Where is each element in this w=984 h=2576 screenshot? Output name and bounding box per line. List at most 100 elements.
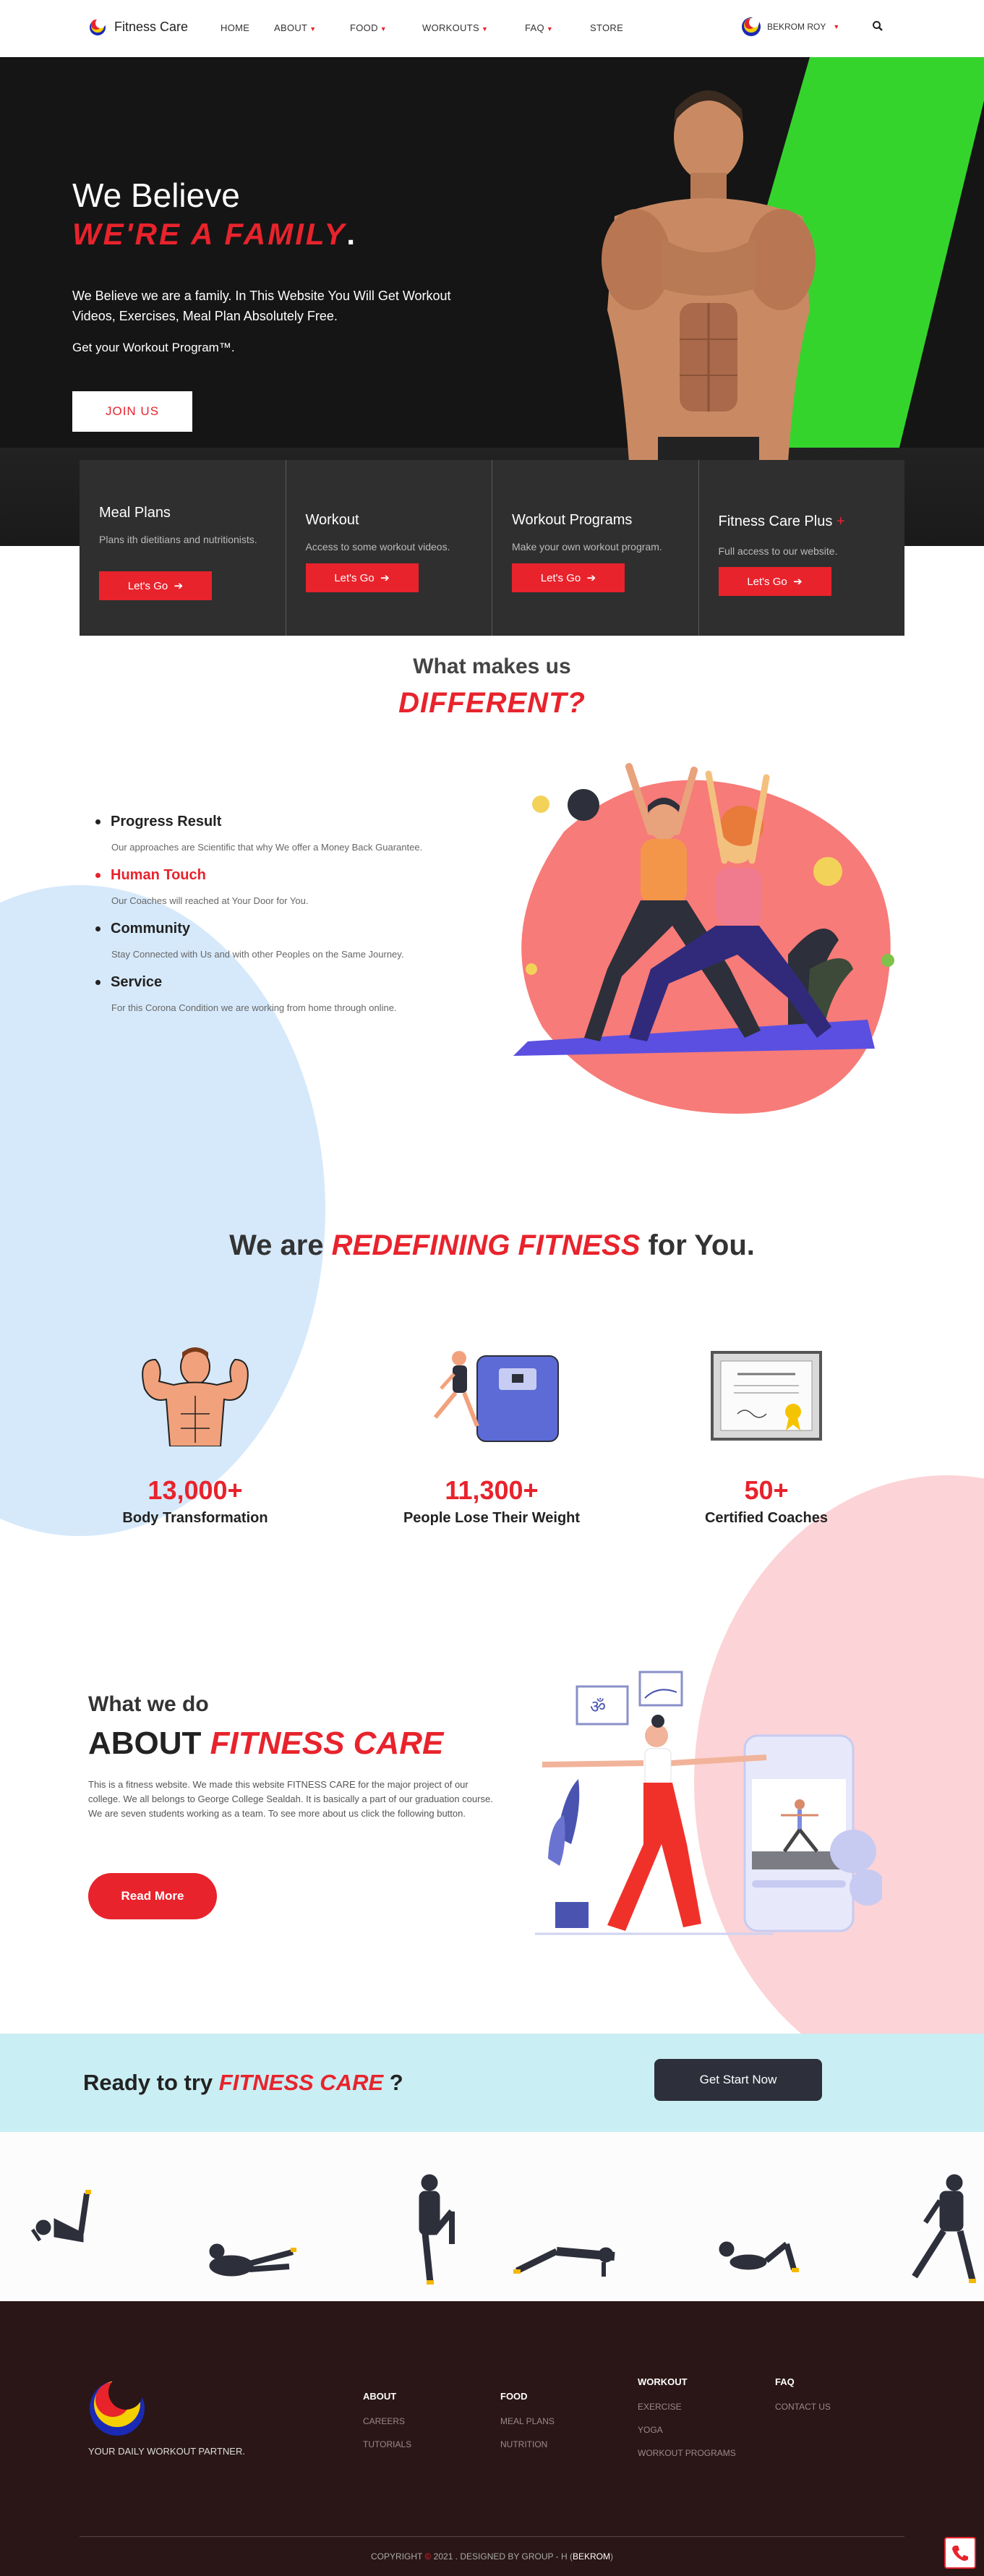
footer-col-about: ABOUT CAREERS TUTORIALS <box>363 2391 411 2462</box>
cta-post: ? <box>383 2070 403 2095</box>
different-title: DIFFERENT? <box>398 687 586 719</box>
card-title: Workout <box>305 512 359 528</box>
bullet-icon <box>95 819 100 824</box>
caret-down-icon: ▼ <box>546 25 554 33</box>
footer-link-careers[interactable]: CAREERS <box>363 2416 411 2426</box>
footer-col-workout: WORKOUT EXERCISE YOGA WORKOUT PROGRAMS <box>638 2376 736 2471</box>
footer-link-nutrition[interactable]: NUTRITION <box>500 2439 555 2449</box>
hero-subheading-dot: . <box>346 217 358 251</box>
card-workout: Workout Access to some workout videos. L… <box>286 460 492 636</box>
card-title: Meal Plans <box>99 505 171 521</box>
caret-down-icon: ▼ <box>380 25 387 33</box>
join-us-button[interactable]: JOIN US <box>72 391 192 432</box>
meal-plans-go-button[interactable]: Let's Go ➔ <box>99 571 212 600</box>
stat-number: 50+ <box>744 1475 789 1505</box>
footer-col-head[interactable]: FAQ <box>775 2376 831 2387</box>
user-menu[interactable]: BEKROM ROY ▼ <box>740 16 839 38</box>
card-title: Workout Programs <box>512 512 633 528</box>
stat-label: Body Transformation <box>122 1510 268 1526</box>
footer-divider <box>80 2536 904 2537</box>
footer-link-exercise[interactable]: EXERCISE <box>638 2402 736 2412</box>
footer-link-tutorials[interactable]: TUTORIALS <box>363 2439 411 2449</box>
phone-call-button[interactable] <box>944 2537 976 2569</box>
about-title: ABOUT FITNESS CARE <box>88 1726 443 1762</box>
feature-title: Community <box>95 921 500 937</box>
nav-faq[interactable]: FAQ ▼ <box>525 22 553 33</box>
nav-store[interactable]: STORE <box>590 22 623 33</box>
cta-text: Ready to try FITNESS CARE ? <box>83 2070 403 2096</box>
brand-name: Fitness Care <box>114 19 189 34</box>
feature-title-text: Community <box>111 921 190 937</box>
arrow-right-icon: ➔ <box>790 576 803 588</box>
footer-link-contact-us[interactable]: CONTACT US <box>775 2402 831 2412</box>
workout-go-button[interactable]: Let's Go ➔ <box>305 563 419 592</box>
feature-desc: Our Coaches will reached at Your Door fo… <box>111 895 309 906</box>
bullet-icon <box>95 926 100 931</box>
search-icon[interactable] <box>872 20 884 32</box>
page: Fitness Care HOME ABOUT ▼ FOOD ▼ WORKOUTS ▼… <box>0 0 984 2576</box>
nav-workouts-label: WORKOUTS <box>422 22 479 33</box>
nav-food-label: FOOD <box>350 22 378 33</box>
hero-paragraph: We Believe we are a family. In This Webs… <box>72 289 451 323</box>
stat-label: People Lose Their Weight <box>403 1510 581 1526</box>
nav-workouts[interactable]: WORKOUTS ▼ <box>422 22 488 33</box>
brand[interactable]: Fitness Care <box>87 17 188 36</box>
get-start-now-button[interactable]: Get Start Now <box>654 2059 822 2101</box>
different-subtitle: What makes us <box>413 654 571 678</box>
plus-icon: + <box>836 513 845 529</box>
feature-title: Service <box>95 974 500 991</box>
card-desc: Make your own workout program. <box>512 541 662 553</box>
feature-desc: For this Corona Condition we are working… <box>111 1002 397 1013</box>
top-navbar: Fitness Care HOME ABOUT ▼ FOOD ▼ WORKOUTS ▼… <box>0 0 984 57</box>
feature-list: Progress Result Our approaches are Scien… <box>95 814 500 1028</box>
card-desc: Full access to our website. <box>718 545 838 557</box>
user-name: BEKROM ROY <box>767 22 826 32</box>
card-meal-plans: Meal Plans Plans ith dietitians and nutr… <box>80 460 286 636</box>
footer-col-head[interactable]: WORKOUT <box>638 2376 736 2387</box>
feature-title: Human Touch <box>95 867 500 884</box>
cta-banner: Ready to try FITNESS CARE ? Get Start No… <box>0 2034 984 2132</box>
nav-about[interactable]: ABOUT ▼ <box>274 22 317 33</box>
footer-col-head[interactable]: ABOUT <box>363 2391 411 2402</box>
card-title-text: Fitness Care Plus <box>718 513 833 529</box>
yoga-app-illustration: ॐ <box>535 1671 882 1935</box>
stat-certified-coaches: 50+ Certified Coaches <box>651 1345 882 1527</box>
fitness-plus-go-button[interactable]: Let's Go ➔ <box>718 567 831 596</box>
footer-col-head[interactable]: FOOD <box>500 2391 555 2402</box>
caret-down-icon: ▼ <box>309 25 317 33</box>
arrow-right-icon: ➔ <box>377 572 390 584</box>
card-desc: Plans ith dietitians and nutritionists. <box>99 534 257 545</box>
hero-subheading-text: WE'RE A FAMILY <box>72 217 347 251</box>
card-title: Fitness Care Plus + <box>719 513 845 530</box>
stat-body-transformation: 13,000+ Body Transformation <box>80 1345 311 1527</box>
about-paragraph: This is a fitness website. We made this … <box>88 1779 493 1819</box>
feature-title-text: Progress Result <box>111 814 222 829</box>
yoga-couple-illustration <box>513 763 894 1114</box>
stat-number: 13,000+ <box>147 1475 243 1505</box>
feature-title-text: Service <box>111 974 163 990</box>
nav-faq-label: FAQ <box>525 22 544 33</box>
arrow-right-icon: ➔ <box>171 580 184 592</box>
redefining-highlight: REDEFINING FITNESS <box>331 1229 641 1261</box>
read-more-button[interactable]: Read More <box>88 1873 217 1919</box>
footer-link-yoga[interactable]: YOGA <box>638 2425 736 2435</box>
workout-programs-go-button[interactable]: Let's Go ➔ <box>512 563 625 592</box>
copyright-end: ) <box>609 2551 613 2562</box>
nav-food[interactable]: FOOD ▼ <box>350 22 387 33</box>
feature-community: Community Stay Connected with Us and wit… <box>95 921 500 960</box>
button-label: Let's Go <box>540 572 581 584</box>
feature-progress-result: Progress Result Our approaches are Scien… <box>95 814 500 853</box>
about-title-pre: ABOUT <box>88 1726 210 1761</box>
nav-home[interactable]: HOME <box>221 22 249 33</box>
feature-title: Progress Result <box>95 814 500 830</box>
footer-link-workout-programs[interactable]: WORKOUT PROGRAMS <box>638 2448 736 2458</box>
footer-link-meal-plans[interactable]: MEAL PLANS <box>500 2416 555 2426</box>
stat-label: Certified Coaches <box>704 1510 829 1526</box>
card-desc: Access to some workout videos. <box>305 541 450 553</box>
feature-desc: Our approaches are Scientific that why W… <box>111 842 423 853</box>
certificate-icon <box>711 1351 822 1441</box>
bullet-icon <box>95 980 100 985</box>
cta-highlight: FITNESS CARE <box>218 2070 384 2095</box>
hero-heading: We Believe <box>72 176 240 214</box>
about-subtitle: What we do <box>88 1692 209 1716</box>
